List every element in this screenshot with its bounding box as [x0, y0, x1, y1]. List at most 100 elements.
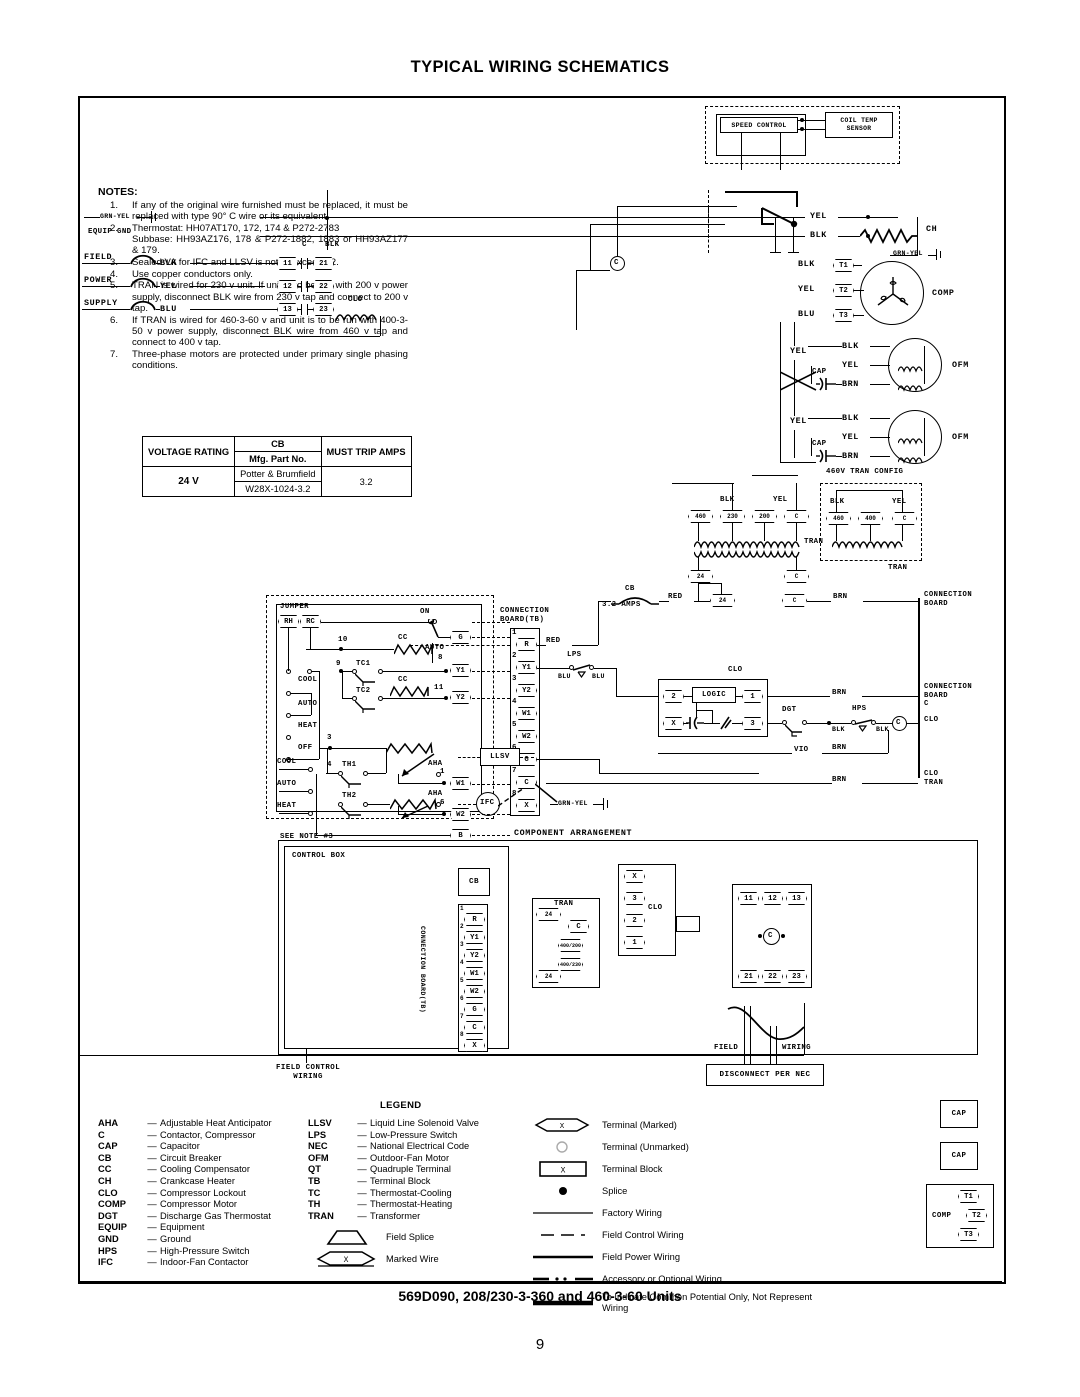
terminal-13: 13 — [277, 303, 298, 316]
factory-wiring-icon — [524, 1203, 602, 1223]
clo-break-contact — [718, 715, 734, 736]
yel-label: YEL — [790, 416, 807, 426]
legend-row: CAP — Capacitor — [98, 1141, 338, 1153]
ofm-winding — [897, 451, 924, 469]
brn-wire — [907, 723, 919, 724]
ofm-wire — [870, 346, 890, 347]
ofm-wire — [924, 346, 925, 384]
coil-wire — [617, 206, 737, 207]
field-control-wiring — [472, 814, 510, 815]
legend-column-1: AHA — Adjustable Heat Anticipator C — Contac… — [98, 1118, 338, 1269]
marked-wire-icon: X — [308, 1249, 386, 1269]
stat-num-11: 11 — [434, 684, 444, 692]
th2-switch — [340, 805, 367, 824]
terminal-t3: T3 — [958, 1228, 979, 1241]
brn-label: BRN — [832, 744, 847, 752]
legend-abbr: AHA — [98, 1118, 119, 1128]
clo-terminal-2: 2 — [624, 914, 645, 927]
gnd-symbol — [151, 211, 152, 223]
brn-label: BRN — [832, 776, 847, 784]
field-control-wiring-icon — [524, 1225, 602, 1245]
clo-label: CLO — [348, 296, 363, 304]
footer-divider — [78, 1281, 1002, 1284]
cap-label: CAP — [812, 440, 827, 448]
gnd-wire — [593, 804, 603, 805]
stat-wire — [316, 774, 317, 835]
blu-wire — [616, 696, 658, 697]
field-wire — [750, 1006, 751, 1066]
tran-label: TRAN — [888, 564, 908, 572]
contactor-coil-label: C — [614, 259, 619, 267]
stat-wire — [398, 774, 399, 783]
wiring-schematic: SPEED CONTROL COIL TEMP SENSOR GRN-YEL E… — [80, 98, 1004, 1313]
switch-contact — [286, 735, 291, 740]
dgt-switch — [784, 723, 807, 742]
legend-desc: Field Splice — [386, 1231, 435, 1242]
field-splice-icon — [130, 298, 156, 316]
tb-terminal-c: C — [464, 1021, 485, 1034]
tran460-wire — [902, 490, 903, 512]
legend-desc: Quadruple Terminal — [370, 1164, 451, 1175]
terminal-g: G — [450, 631, 471, 644]
hps-switch — [854, 715, 876, 738]
clo-tran-label: CLO TRAN — [924, 770, 944, 787]
rail-yel — [260, 217, 805, 218]
cap-component: CAP — [940, 1100, 978, 1128]
vio-wire — [658, 753, 792, 754]
field-wire — [770, 1026, 771, 1066]
legend-desc: Liquid Line Solenoid Valve — [370, 1118, 479, 1128]
tran-primary-feed — [752, 475, 798, 476]
comp-windings — [872, 273, 914, 320]
stat-wire — [383, 671, 446, 672]
connection-board-c-label: CONNECTION BOARD C — [924, 683, 973, 709]
stat-wire — [311, 693, 312, 715]
tb-num-2: 2 — [460, 923, 465, 930]
auto-label: AUTO — [277, 780, 297, 788]
stat-wire — [326, 773, 338, 774]
field-wire — [776, 1026, 777, 1066]
legend-desc: Splice — [602, 1185, 628, 1196]
tran-tap-400-200: 400/200 — [558, 939, 583, 952]
tap-wire — [793, 217, 794, 252]
legend-desc: Thermostat-Cooling — [370, 1187, 452, 1198]
cap-wire — [836, 456, 842, 457]
legend-desc: Field Control Wiring — [602, 1229, 684, 1240]
stat-wire — [279, 813, 308, 814]
contact-wire — [307, 263, 313, 264]
ofm-wire — [808, 418, 842, 419]
legend-abbr: COMP — [98, 1199, 126, 1210]
clo-wire — [684, 696, 692, 697]
red-wire — [572, 645, 598, 646]
legend-symbol-row: Field Control Wiring — [524, 1224, 824, 1246]
stat-wire — [306, 649, 394, 650]
lps-label: LPS — [567, 651, 582, 659]
yel-label: YEL — [790, 346, 807, 356]
legend-abbr: OFM — [308, 1152, 329, 1163]
legend-row: QT — Quadruple Terminal — [308, 1164, 538, 1176]
yel-label: YEL — [798, 284, 815, 294]
red-wire — [598, 601, 599, 645]
red-label: RED — [668, 593, 683, 601]
tb-terminal-w1: W1 — [516, 707, 537, 720]
legend-dash: — — [147, 1210, 157, 1221]
yel-label: YEL — [160, 281, 177, 291]
tb-terminal-y1: Y1 — [516, 661, 537, 674]
legend-title: LEGEND — [380, 1100, 422, 1111]
tran-sec-wire — [796, 556, 797, 570]
contact-wire — [298, 309, 302, 310]
legend-symbol-row: Field Power Wiring — [524, 1246, 824, 1268]
stat-wire — [342, 671, 352, 672]
legend-dash: — — [147, 1118, 157, 1128]
terminal-t2: T2 — [833, 284, 854, 297]
legend-row: OFM — Outdoor-Fan Motor — [308, 1153, 538, 1165]
yel-label: YEL — [842, 360, 859, 370]
sc-wire — [741, 133, 742, 170]
legend-abbr: CH — [98, 1175, 112, 1186]
field-control-wiring — [520, 757, 534, 758]
field-control-wiring — [472, 835, 510, 836]
legend-desc: Low-Pressure Switch — [370, 1129, 458, 1140]
ofm-wire — [808, 346, 842, 347]
blk-label: BLK — [798, 259, 815, 269]
legend-dash: — — [147, 1164, 157, 1175]
contact-wire — [307, 286, 313, 287]
